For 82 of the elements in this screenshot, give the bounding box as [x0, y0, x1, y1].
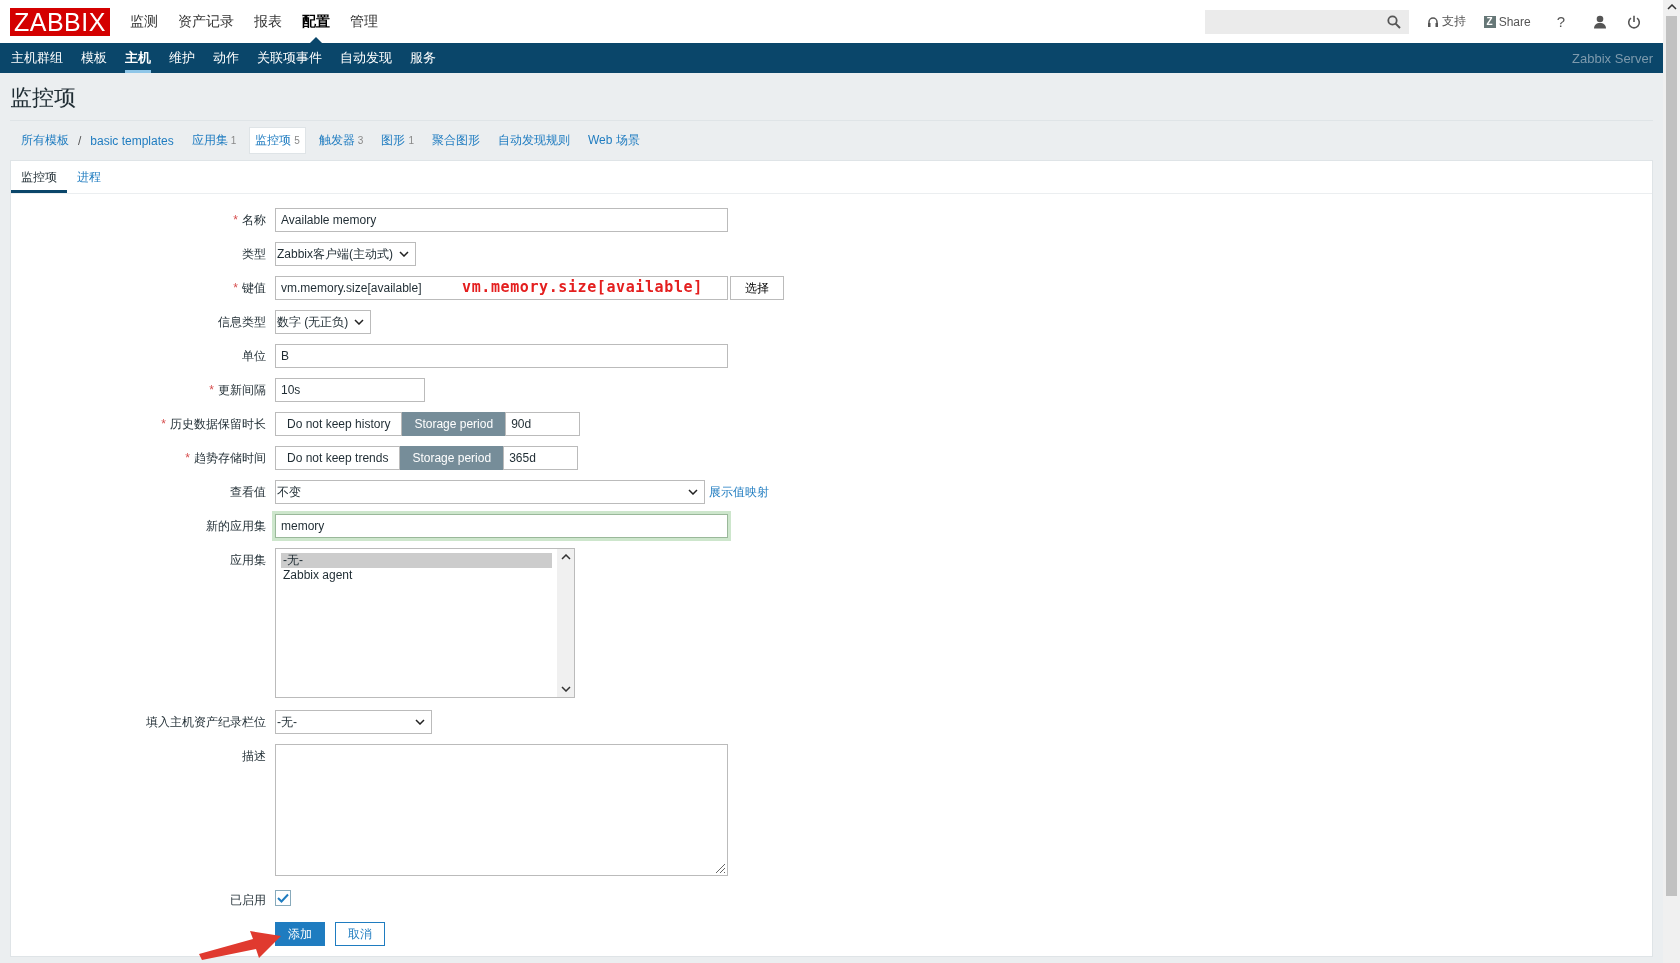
section-tab[interactable]: 图形 1	[376, 128, 419, 153]
server-name: Zabbix Server	[1572, 50, 1653, 66]
field-label: 已启用	[230, 893, 266, 907]
breadcrumb-link[interactable]: 所有模板	[16, 128, 74, 153]
chevron-down-icon	[354, 319, 365, 325]
description-field[interactable]	[275, 744, 728, 876]
scroll-down-icon[interactable]	[560, 686, 571, 692]
form-tab[interactable]: 进程	[67, 161, 111, 193]
text-field[interactable]: Available memory	[275, 208, 728, 232]
field-label: * 名称	[233, 213, 266, 227]
value-mapping-link[interactable]: 展示值映射	[709, 483, 769, 501]
section-tab[interactable]: 应用集 1	[186, 128, 242, 153]
headset-icon	[1426, 15, 1439, 28]
submenu-item[interactable]: 自动发现	[331, 43, 401, 73]
section-tab[interactable]: 自动发现规则	[492, 128, 575, 153]
dropdown[interactable]: 不变	[275, 480, 705, 504]
scroll-up-icon[interactable]	[1666, 4, 1677, 10]
submenu-item[interactable]: 动作	[204, 43, 248, 73]
field-label: * 更新间隔	[209, 383, 266, 397]
menu-item[interactable]: 管理	[339, 0, 388, 43]
application-list[interactable]: -无- Zabbix agent	[275, 548, 575, 698]
annotation-text: vm.memory.size[available]	[462, 277, 703, 297]
segment-button[interactable]: Do not keep trends	[275, 446, 401, 470]
submenu-item[interactable]: 模板	[72, 43, 116, 73]
list-option[interactable]: -无-	[281, 553, 552, 568]
submenu-item[interactable]: 维护	[160, 43, 204, 73]
page-scrollbar[interactable]	[1663, 0, 1680, 963]
section-tab[interactable]: Web 场景	[582, 128, 645, 153]
search-field[interactable]	[1204, 9, 1409, 34]
submenu-item[interactable]: 服务	[401, 43, 445, 73]
add-button[interactable]: 添加	[275, 922, 325, 946]
chevron-down-icon	[688, 489, 698, 495]
share-link[interactable]: Z Share	[1483, 14, 1531, 29]
submenu-item[interactable]: 主机群组	[2, 43, 72, 73]
field-label: * 历史数据保留时长	[161, 417, 266, 431]
cancel-button[interactable]: 取消	[335, 922, 385, 946]
zabbix-logo[interactable]: ZABBIX	[10, 7, 110, 36]
scrollbar[interactable]	[557, 549, 574, 697]
support-link[interactable]: 支持	[1426, 13, 1466, 30]
field-label: 填入主机资产纪录栏位	[146, 715, 266, 729]
help-link[interactable]: ?	[1556, 13, 1565, 30]
search-icon[interactable]	[1386, 14, 1401, 29]
resize-grip-icon[interactable]	[714, 862, 726, 874]
field-label: 类型	[242, 247, 266, 261]
text-field[interactable]: B	[275, 344, 728, 368]
menu-item[interactable]: 资产记录	[167, 0, 244, 43]
field-label: 单位	[242, 349, 266, 363]
text-field[interactable]: memory	[275, 514, 728, 538]
dropdown[interactable]: -无-	[275, 710, 432, 734]
menu-item[interactable]: 报表	[243, 0, 292, 43]
menu-item[interactable]: 配置	[291, 0, 340, 43]
field-label: 应用集	[230, 553, 266, 567]
menu-item[interactable]: 监测	[119, 0, 168, 43]
page-title: 监控项	[10, 73, 1653, 121]
dropdown[interactable]: 数字 (无正负)	[275, 310, 372, 334]
checkbox[interactable]	[275, 890, 291, 906]
chevron-down-icon	[415, 719, 425, 725]
select-button[interactable]: 选择	[730, 276, 784, 300]
period-field[interactable]: 365d	[503, 446, 579, 470]
submenu-item[interactable]: 关联项事件	[248, 43, 331, 73]
section-tab[interactable]: 聚合图形	[426, 128, 485, 153]
field-label: 查看值	[230, 485, 266, 499]
breadcrumb-separator: /	[77, 133, 83, 148]
segment-button[interactable]: Do not keep history	[275, 412, 403, 436]
chevron-down-icon	[399, 251, 409, 257]
field-label: 信息类型	[218, 315, 266, 329]
section-tab[interactable]: 触发器 3	[313, 128, 369, 153]
field-label: 描述	[242, 749, 266, 763]
field-label: * 趋势存储时间	[185, 451, 266, 465]
period-field[interactable]: 90d	[505, 412, 581, 436]
text-field[interactable]: 10s	[275, 378, 425, 402]
scroll-up-icon[interactable]	[560, 554, 571, 560]
field-label: 新的应用集	[206, 519, 266, 533]
submenu-item[interactable]: 主机	[116, 43, 160, 73]
power-icon[interactable]	[1627, 14, 1641, 29]
section-tab[interactable]: 监控项 5	[249, 127, 306, 154]
user-icon[interactable]	[1593, 14, 1607, 29]
form-tab[interactable]: 监控项	[11, 161, 67, 193]
dropdown[interactable]: Zabbix客户端(主动式)	[275, 242, 416, 266]
list-option[interactable]: Zabbix agent	[281, 568, 552, 583]
breadcrumb-link[interactable]: basic templates	[85, 129, 179, 152]
field-label: * 键值	[233, 281, 266, 295]
